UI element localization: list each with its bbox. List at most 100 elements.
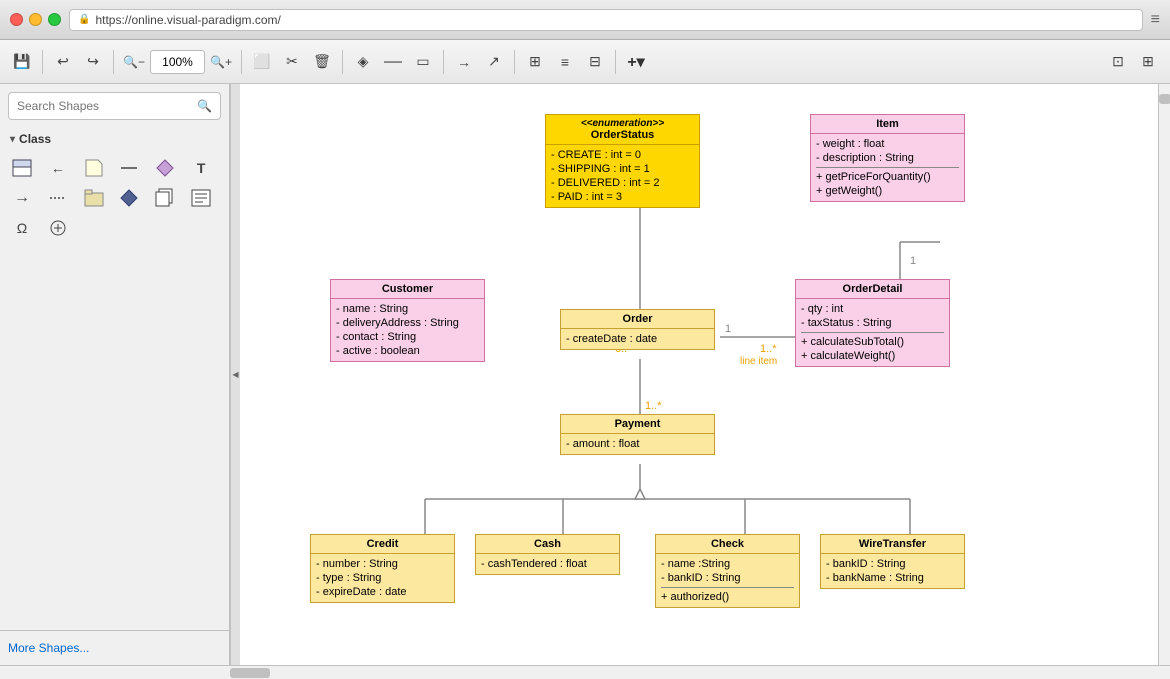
- uml-class-credit[interactable]: Credit - number : String - type : String…: [310, 534, 455, 603]
- add-button[interactable]: +▾: [622, 48, 650, 76]
- uml-row: - type : String: [316, 571, 449, 585]
- uml-item-title: Item: [811, 115, 964, 134]
- separator: [514, 50, 515, 74]
- uml-row: - deliveryAddress : String: [336, 316, 479, 330]
- shape-class[interactable]: [8, 154, 36, 182]
- uml-row: - name : String: [336, 302, 479, 316]
- panel-toggle-button[interactable]: ⊡: [1104, 48, 1132, 76]
- uml-credit-body: - number : String - type : String - expi…: [311, 554, 454, 602]
- layout-button[interactable]: ⊟: [581, 48, 609, 76]
- redo-button[interactable]: ↪: [79, 48, 107, 76]
- uml-row: - number : String: [316, 557, 449, 571]
- class-section-header[interactable]: ▾ Class: [0, 128, 229, 150]
- uml-payment-title: Payment: [561, 415, 714, 434]
- title-bar: 🔒 https://online.visual-paradigm.com/ ≡: [0, 0, 1170, 40]
- more-shapes-link[interactable]: More Shapes...: [8, 641, 89, 655]
- uml-class-customer[interactable]: Customer - name : String - deliveryAddre…: [330, 279, 485, 362]
- canvas-inner: 1 1 0..* 1 0..* 1 1..* line item: [250, 94, 1150, 665]
- uml-row: - CREATE : int = 0: [551, 148, 694, 162]
- uml-row: - bankID : String: [661, 571, 794, 585]
- svg-text:1: 1: [725, 323, 731, 335]
- save-button[interactable]: 💾: [8, 48, 36, 76]
- shape-arrow-right[interactable]: →: [8, 184, 36, 212]
- zoom-out-button[interactable]: 🔍−: [120, 48, 148, 76]
- uml-orderdetail-body: - qty : int - taxStatus : String + calcu…: [796, 299, 949, 366]
- uml-order-title: Order: [561, 310, 714, 329]
- separator: [113, 50, 114, 74]
- uml-wiretransfer-body: - bankID : String - bankName : String: [821, 554, 964, 588]
- uml-row: - amount : float: [566, 437, 709, 451]
- fullscreen-button[interactable]: ⊞: [1134, 48, 1162, 76]
- uml-check-title: Check: [656, 535, 799, 554]
- separator: [443, 50, 444, 74]
- uml-row: - active : boolean: [336, 344, 479, 358]
- search-input[interactable]: [17, 99, 197, 113]
- shape-note2[interactable]: [187, 184, 215, 212]
- bottom-scrollbar[interactable]: [0, 665, 1170, 679]
- uml-row: - name :String: [661, 557, 794, 571]
- fill-color-button[interactable]: ◈: [349, 48, 377, 76]
- shape-text[interactable]: T: [187, 154, 215, 182]
- cut-button[interactable]: ✂: [278, 48, 306, 76]
- canvas-area[interactable]: 1 1 0..* 1 0..* 1 1..* line item: [240, 84, 1158, 665]
- uml-class-item[interactable]: Item - weight : float - description : St…: [810, 114, 965, 202]
- uml-class-wiretransfer[interactable]: WireTransfer - bankID : String - bankNam…: [820, 534, 965, 589]
- uml-class-payment[interactable]: Payment - amount : float: [560, 414, 715, 455]
- delete-button[interactable]: 🗑: [308, 48, 336, 76]
- uml-class-orderdetail[interactable]: OrderDetail - qty : int - taxStatus : St…: [795, 279, 950, 367]
- shape-filled-diamond[interactable]: [115, 184, 143, 212]
- url-bar[interactable]: 🔒 https://online.visual-paradigm.com/: [69, 9, 1143, 31]
- shape-copy[interactable]: [151, 184, 179, 212]
- arrow-button[interactable]: →: [450, 48, 478, 76]
- line-color-button[interactable]: —: [379, 48, 407, 76]
- shape-package[interactable]: [80, 184, 108, 212]
- lock-icon: 🔒: [78, 14, 90, 25]
- uml-row: - description : String: [816, 151, 959, 165]
- uml-class-cash[interactable]: Cash - cashTendered : float: [475, 534, 620, 575]
- uml-class-orderstatus[interactable]: <<enumeration>> OrderStatus - CREATE : i…: [545, 114, 700, 208]
- chevron-icon: ▾: [10, 134, 15, 145]
- uml-customer-body: - name : String - deliveryAddress : Stri…: [331, 299, 484, 361]
- separator: [42, 50, 43, 74]
- svg-text:1: 1: [910, 255, 916, 267]
- uml-credit-title: Credit: [311, 535, 454, 554]
- uml-row: + authorized(): [661, 590, 794, 604]
- uml-class-order[interactable]: Order - createDate : date: [560, 309, 715, 350]
- zoom-in-button[interactable]: 🔍+: [207, 48, 235, 76]
- shape-omega[interactable]: Ω: [8, 214, 36, 242]
- shape-diamond[interactable]: [151, 154, 179, 182]
- shape-button[interactable]: ▭: [409, 48, 437, 76]
- undo-button[interactable]: ↩: [49, 48, 77, 76]
- uml-cash-title: Cash: [476, 535, 619, 554]
- copy-button[interactable]: ⬜: [248, 48, 276, 76]
- svg-text:1..*: 1..*: [645, 400, 662, 412]
- uml-row: - createDate : date: [566, 332, 709, 346]
- connector-button[interactable]: ↗: [480, 48, 508, 76]
- minimize-button[interactable]: [29, 13, 42, 26]
- toolbar: 💾 ↩ ↪ 🔍− 100% 🔍+ ⬜ ✂ 🗑 ◈ — ▭ → ↗ ⊞ ≡ ⊟ +…: [0, 40, 1170, 84]
- uml-item-body: - weight : float - description : String …: [811, 134, 964, 201]
- uml-orderstatus-name: OrderStatus: [551, 129, 694, 141]
- uml-orderstatus-body: - CREATE : int = 0 - SHIPPING : int = 1 …: [546, 145, 699, 207]
- shape-line[interactable]: [115, 154, 143, 182]
- align-button[interactable]: ≡: [551, 48, 579, 76]
- search-box[interactable]: 🔍: [8, 92, 221, 120]
- search-icon: 🔍: [197, 99, 212, 113]
- zoom-input[interactable]: 100%: [150, 50, 205, 74]
- shape-dots[interactable]: [44, 184, 72, 212]
- svg-text:line item: line item: [740, 356, 777, 367]
- group-button[interactable]: ⊞: [521, 48, 549, 76]
- separator: [342, 50, 343, 74]
- maximize-button[interactable]: [48, 13, 61, 26]
- shape-crosshair[interactable]: [44, 214, 72, 242]
- shape-note[interactable]: [80, 154, 108, 182]
- uml-class-check[interactable]: Check - name :String - bankID : String +…: [655, 534, 800, 608]
- uml-order-body: - createDate : date: [561, 329, 714, 349]
- sidebar-collapse-handle[interactable]: ◀: [230, 84, 240, 665]
- url-text: https://online.visual-paradigm.com/: [95, 13, 280, 27]
- close-button[interactable]: [10, 13, 23, 26]
- right-scrollbar[interactable]: [1158, 84, 1170, 665]
- uml-row: - weight : float: [816, 137, 959, 151]
- shape-dependency[interactable]: ←: [44, 154, 72, 182]
- menu-icon[interactable]: ≡: [1151, 11, 1160, 29]
